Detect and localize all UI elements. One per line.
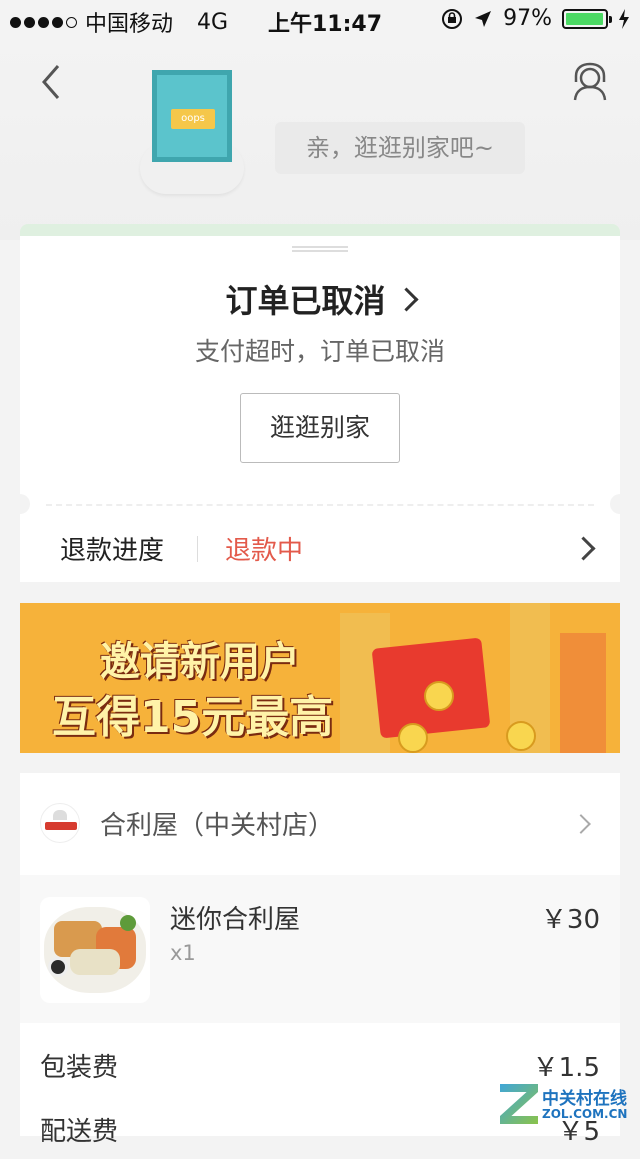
card-notch-right [610,494,630,514]
watermark-subtitle: ZOL.COM.CN [542,1107,628,1121]
item-name: 迷你合利屋 [170,905,301,935]
battery-icon [562,8,612,29]
food-thumbnail [40,897,150,1003]
browse-other-shops-button[interactable]: 逛逛别家 [240,393,400,463]
banner-subheadline: 互得15元最高 [52,692,334,743]
item-quantity: x1 [170,941,196,965]
clock: 上午11:47 [268,12,383,37]
chevron-right-icon [393,287,419,312]
drag-handle[interactable] [292,246,348,252]
signal-strength-icon [10,16,77,28]
card-notch-left [10,494,30,514]
separator [197,536,198,562]
shop-logo [40,803,80,843]
oops-sign: oops [171,109,215,129]
fee-label: 包装费 [40,1053,119,1083]
chevron-right-icon [571,814,591,834]
refund-status: 退款中 [225,536,304,566]
header-illustration: oops 亲，逛逛别家吧~ [0,40,640,240]
fee-label: 配送费 [40,1117,119,1147]
status-bar: 中国移动 4G 上午11:47 97% [0,0,640,40]
coin-icon [424,681,454,711]
chevron-right-icon [571,536,596,561]
watermark-title: 中关村在线 [542,1089,627,1109]
order-status-title[interactable]: 订单已取消 [20,276,620,322]
charging-bolt-icon [619,8,629,29]
zol-watermark: 中关村在线 ZOL.COM.CN [498,1080,638,1130]
network-type: 4G [197,9,229,35]
coin-icon [506,721,536,751]
shop-header[interactable]: 合利屋（中关村店） [20,773,620,875]
rotation-lock-icon [442,8,463,29]
coin-icon [398,723,428,753]
customer-service-icon[interactable] [570,62,610,102]
shop-name: 合利屋（中关村店） [100,811,335,841]
list-item: 迷你合利屋 x1 ￥30 [20,875,620,1023]
refund-progress-label: 退款进度 [60,536,165,566]
refund-progress-row[interactable]: 退款进度 退款中 [20,514,620,582]
order-status-subtitle: 支付超时，订单已取消 [194,337,445,366]
zol-logo-icon [500,1084,538,1124]
dashed-divider [46,504,594,506]
location-arrow-icon [475,10,492,27]
battery-percent: 97% [503,6,552,31]
carrier-name: 中国移动 [85,12,174,37]
bubble-text: 亲，逛逛别家吧~ [305,134,495,162]
window-illustration: oops [152,70,232,162]
invite-promo-banner[interactable]: 邀请新用户 互得15元最高 [20,603,620,753]
chevron-left-icon[interactable] [34,62,74,102]
order-status-card: 订单已取消 支付超时，订单已取消 逛逛别家 退款进度 退款中 [10,236,630,582]
item-price: ￥30 [540,905,600,935]
banner-headline: 邀请新用户 [100,639,300,685]
fee-value: ￥1.5 [532,1053,600,1083]
speech-bubble: 亲，逛逛别家吧~ [275,122,525,174]
